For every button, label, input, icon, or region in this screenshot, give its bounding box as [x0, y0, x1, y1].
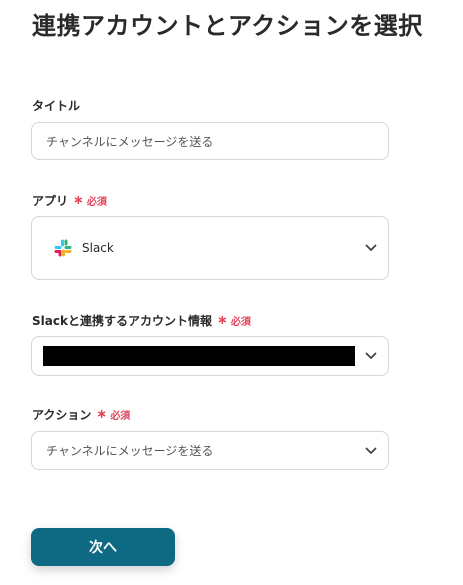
chevron-down-icon — [365, 352, 377, 359]
title-input-value: チャンネルにメッセージを送る — [46, 134, 214, 149]
title-input[interactable]: チャンネルにメッセージを送る — [31, 122, 389, 160]
required-mark: ∗ — [73, 193, 84, 208]
account-field-label: Slackと連携するアカウント情報 ∗ 必須 — [32, 312, 251, 329]
app-select-value: Slack — [82, 241, 114, 255]
next-button[interactable]: 次へ — [31, 528, 175, 566]
app-select[interactable]: Slack — [31, 216, 389, 280]
chevron-down-icon — [365, 244, 377, 251]
title-field-label-text: タイトル — [32, 99, 81, 113]
account-select[interactable] — [31, 336, 389, 376]
action-select[interactable]: チャンネルにメッセージを送る — [31, 431, 389, 470]
required-mark: ∗ — [216, 313, 228, 328]
title-field-label: タイトル — [32, 97, 80, 114]
action-select-value: チャンネルにメッセージを送る — [46, 444, 214, 458]
required-text: 必須 — [86, 197, 107, 208]
required-text: 必須 — [230, 317, 251, 328]
account-field-label-text: Slackと連携するアカウント情報 — [32, 314, 212, 328]
required-text: 必須 — [110, 411, 131, 422]
chevron-down-icon — [365, 447, 377, 454]
app-field-label-text: アプリ — [32, 194, 69, 208]
slack-logo-icon — [54, 239, 72, 257]
redacted-account-value — [43, 346, 355, 366]
action-field-label: アクション ∗ 必須 — [32, 406, 130, 423]
page-title: 連携アカウントとアクションを選択 — [32, 12, 423, 40]
required-mark: ∗ — [96, 407, 108, 422]
app-field-label: アプリ ∗ 必須 — [32, 192, 107, 209]
action-field-label-text: アクション — [32, 408, 92, 422]
